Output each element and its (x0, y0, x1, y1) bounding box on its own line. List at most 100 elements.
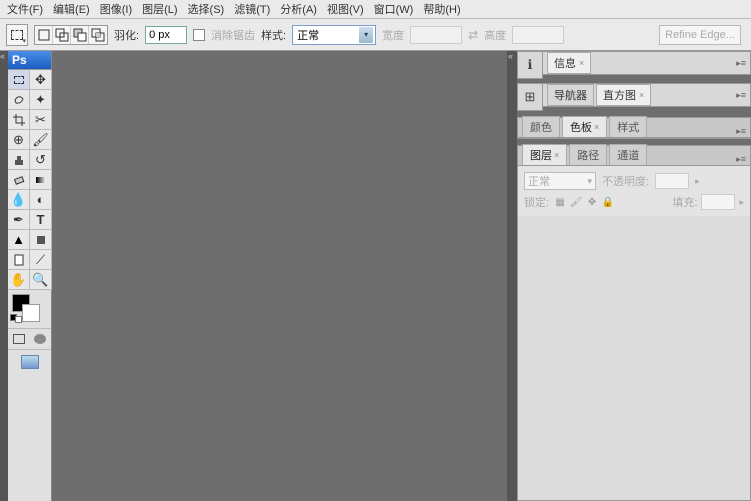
tab-color[interactable]: 颜色 (522, 116, 560, 137)
width-label: 宽度 (382, 27, 404, 43)
left-dock-strip[interactable] (0, 51, 8, 501)
background-swatch[interactable] (22, 304, 40, 322)
feather-label: 羽化: (114, 27, 139, 43)
screen-mode-button[interactable] (8, 349, 51, 373)
tab-navigator-label: 导航器 (554, 87, 587, 103)
feather-input[interactable] (145, 26, 187, 44)
blend-mode-select: 正常 ▾ (524, 172, 596, 190)
refine-edge-button: Refine Edge... (659, 25, 741, 45)
blur-tool[interactable]: 💧 (8, 190, 30, 210)
marquee-tool[interactable] (8, 70, 30, 90)
navigator-dock-icon[interactable]: ⊞ (521, 88, 539, 106)
healing-brush-tool[interactable]: ⊕ (8, 130, 30, 150)
blend-mode-value: 正常 (528, 173, 550, 189)
tab-paths[interactable]: 路径 (569, 144, 607, 165)
style-select[interactable]: 正常 ▾ (292, 25, 376, 45)
menu-filter[interactable]: 滤镜(T) (229, 0, 275, 19)
right-dock-strip[interactable] (507, 51, 517, 501)
menu-window[interactable]: 窗口(W) (369, 0, 419, 19)
menu-layer[interactable]: 图层(L) (137, 0, 182, 19)
dodge-tool[interactable]: ◐ (30, 190, 52, 210)
pen-tool[interactable]: ✒ (8, 210, 30, 230)
toolbox: Ps ✥ ✦ ✂ ⊕ 🖌 ↺ 💧 ◐ ✒ T ▲ ⟋ ✋ 🔍 (8, 51, 52, 501)
color-swatches[interactable] (8, 290, 51, 328)
history-brush-tool[interactable]: ↺ (30, 150, 52, 170)
menu-image[interactable]: 图像(I) (95, 0, 137, 19)
brush-tool[interactable]: 🖌 (30, 130, 52, 150)
lock-all-icon: 🔒 (601, 195, 615, 209)
tab-layers-label: 图层 (530, 147, 552, 163)
style-value: 正常 (297, 27, 319, 43)
info-dock-icon[interactable]: ℹ (521, 56, 539, 74)
crop-tool[interactable] (8, 110, 30, 130)
arrow-icon: ▸ (695, 176, 700, 187)
tab-histogram[interactable]: 直方图 × (596, 84, 651, 106)
selection-mode-group (34, 25, 108, 45)
default-colors-icon[interactable] (10, 314, 22, 323)
lock-pixels-icon: 🖌 (569, 195, 583, 209)
close-icon[interactable]: × (594, 122, 599, 132)
chevron-down-icon: ▾ (587, 176, 592, 187)
move-tool[interactable]: ✥ (30, 70, 52, 90)
style-label: 样式: (261, 27, 286, 43)
path-selection-tool[interactable]: ▲ (8, 230, 30, 250)
chevron-down-icon: ▾ (359, 27, 373, 43)
swap-icon: ⇄ (468, 28, 478, 42)
fill-label: 填充: (672, 194, 697, 210)
tab-styles[interactable]: 样式 (609, 116, 647, 137)
tab-layers[interactable]: 图层 × (522, 144, 567, 165)
height-label: 高度 (484, 27, 506, 43)
menu-help[interactable]: 帮助(H) (418, 0, 465, 19)
tab-info[interactable]: 信息 × (547, 52, 591, 74)
antialias-checkbox (193, 29, 205, 41)
panel-menu-icon[interactable]: ▸≡ (736, 90, 746, 101)
menu-file[interactable]: 文件(F) (2, 0, 48, 19)
panel-menu-icon[interactable]: ▸≡ (736, 154, 746, 165)
magic-wand-tool[interactable]: ✦ (30, 90, 52, 110)
tool-preset-picker[interactable]: ▾ (6, 24, 28, 46)
tab-histogram-label: 直方图 (603, 87, 636, 103)
tab-channels[interactable]: 通道 (609, 144, 647, 165)
close-icon[interactable]: × (554, 150, 559, 160)
lock-position-icon: ✥ (585, 195, 599, 209)
width-input (410, 26, 462, 44)
tab-swatches-label: 色板 (570, 119, 592, 135)
lasso-tool[interactable] (8, 90, 30, 110)
options-bar: ▾ 羽化: 消除锯齿 样式: 正常 ▾ 宽度 ⇄ 高度 Refine Edge.… (0, 19, 751, 51)
slice-tool[interactable]: ✂ (30, 110, 52, 130)
selection-add-button[interactable] (53, 26, 71, 44)
fill-input (701, 194, 735, 210)
opacity-label: 不透明度: (602, 173, 649, 189)
quickmask-mode-button[interactable] (30, 329, 52, 349)
menu-select[interactable]: 选择(S) (183, 0, 230, 19)
tab-navigator[interactable]: 导航器 (547, 84, 594, 106)
menubar: 文件(F) 编辑(E) 图像(I) 图层(L) 选择(S) 滤镜(T) 分析(A… (0, 0, 751, 19)
hand-tool[interactable]: ✋ (8, 270, 30, 290)
menu-edit[interactable]: 编辑(E) (48, 0, 95, 19)
panel-menu-icon[interactable]: ▸≡ (736, 58, 746, 69)
notes-tool[interactable] (8, 250, 30, 270)
shape-tool[interactable] (30, 230, 52, 250)
type-tool[interactable]: T (30, 210, 52, 230)
standard-mode-button[interactable] (8, 329, 30, 349)
zoom-tool[interactable]: 🔍 (30, 270, 52, 290)
selection-new-button[interactable] (35, 26, 53, 44)
close-icon[interactable]: × (639, 90, 644, 100)
selection-intersect-button[interactable] (89, 26, 107, 44)
menu-view[interactable]: 视图(V) (322, 0, 369, 19)
panel-menu-icon[interactable]: ▸≡ (736, 126, 746, 137)
clone-stamp-tool[interactable] (8, 150, 30, 170)
eyedropper-tool[interactable]: ⟋ (30, 250, 52, 270)
tab-swatches[interactable]: 色板 × (562, 116, 607, 137)
menu-analysis[interactable]: 分析(A) (275, 0, 322, 19)
tab-info-label: 信息 (554, 55, 576, 71)
toolbox-header[interactable]: Ps (8, 51, 51, 69)
lock-transparency-icon: ▦ (553, 195, 567, 209)
opacity-input (655, 173, 689, 189)
eraser-tool[interactable] (8, 170, 30, 190)
canvas-area (52, 51, 507, 501)
close-icon[interactable]: × (579, 58, 584, 68)
gradient-tool[interactable] (30, 170, 52, 190)
selection-subtract-button[interactable] (71, 26, 89, 44)
main-area: Ps ✥ ✦ ✂ ⊕ 🖌 ↺ 💧 ◐ ✒ T ▲ ⟋ ✋ 🔍 (0, 51, 751, 501)
